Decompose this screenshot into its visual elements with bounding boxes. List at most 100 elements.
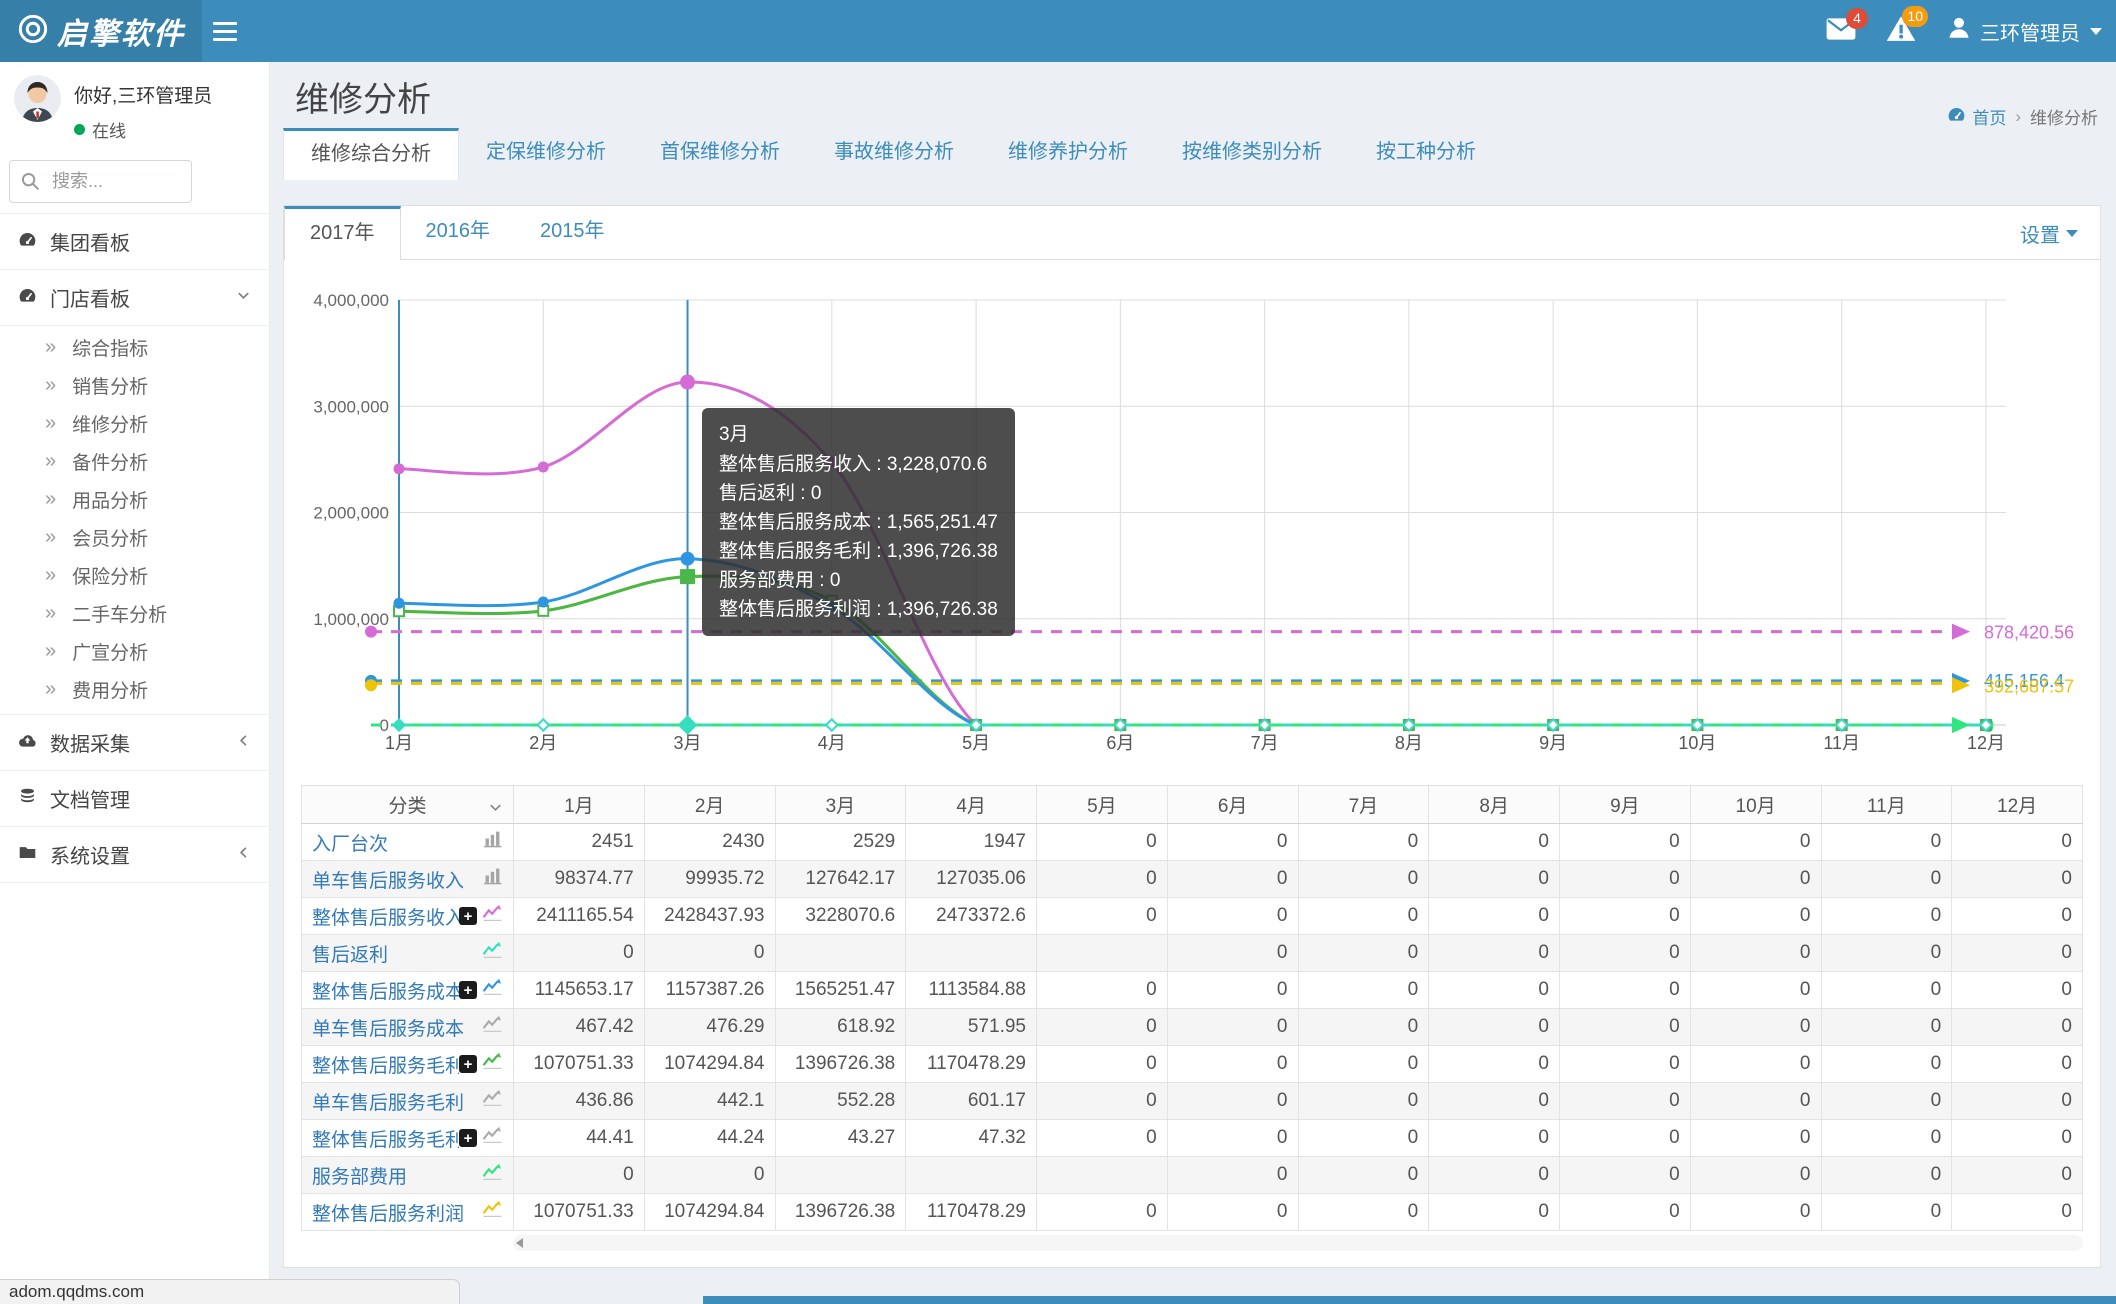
breadcrumb-home-link[interactable]: 首页 (1947, 104, 2006, 129)
line-chart-icon[interactable] (482, 1200, 503, 1224)
messages-button[interactable]: 4 (1826, 7, 1868, 46)
sidebar-subitem-store-board-4[interactable]: » 用品分析 (0, 480, 269, 518)
line-chart-icon[interactable] (482, 1089, 503, 1113)
expand-plus-icon[interactable]: + (459, 1055, 477, 1073)
tooltip-row: 整体售后服务收入 : 3,228,070.6 (719, 454, 988, 475)
main-tab-4[interactable]: 维修养护分析 (981, 128, 1155, 180)
table-cell: 0 (1951, 971, 2083, 1009)
browser-status-bar: adom.qqdms.com (0, 1279, 460, 1304)
year-tabs: 2017年 2016年 2015年 设置 (284, 206, 2100, 260)
sidebar-subitem-store-board-3[interactable]: » 备件分析 (0, 442, 269, 480)
sidebar-subitem-store-board-8[interactable]: » 广宣分析 (0, 632, 269, 670)
bar-chart-icon[interactable] (483, 830, 503, 854)
main-tab-6[interactable]: 按工种分析 (1349, 128, 1503, 180)
logo-mark-icon (17, 13, 49, 50)
table-cell: 1070751.33 (513, 1193, 645, 1231)
row-label-link[interactable]: 单车售后服务成本 (312, 1014, 482, 1041)
line-chart-icon[interactable] (482, 1015, 503, 1039)
table-cell: 0 (1559, 1193, 1691, 1231)
line-chart-icon[interactable] (482, 941, 503, 965)
row-label-link[interactable]: 整体售后服务毛利率 (312, 1125, 459, 1152)
sidebar-subitem-store-board-6[interactable]: » 保险分析 (0, 556, 269, 594)
row-label-link[interactable]: 整体售后服务成本 (312, 977, 459, 1004)
table-cell: 0 (1951, 1156, 2083, 1194)
svg-text:9月: 9月 (1539, 733, 1567, 753)
app-logo[interactable]: 启擎软件 (0, 0, 202, 62)
table-cell: 0 (1297, 1008, 1430, 1046)
sidebar-subitem-store-board-7[interactable]: » 二手车分析 (0, 594, 269, 632)
main-tab-5[interactable]: 按维修类别分析 (1155, 128, 1349, 180)
table-cell: 0 (1689, 1193, 1822, 1231)
svg-text:878,420.56: 878,420.56 (1984, 623, 2074, 643)
row-label-link[interactable]: 入厂台次 (312, 829, 483, 856)
sidebar-subitem-store-board-0[interactable]: » 综合指标 (0, 328, 269, 366)
line-chart-icon[interactable] (482, 1052, 503, 1076)
table-cell: 0 (1036, 897, 1168, 935)
row-label-link[interactable]: 单车售后服务收入 (312, 866, 483, 893)
line-chart-icon[interactable] (482, 978, 503, 1002)
table-cell: 0 (1951, 897, 2083, 935)
expand-plus-icon[interactable]: + (459, 907, 477, 925)
row-label-link[interactable]: 售后返利 (312, 940, 482, 967)
table-header-month-10: 10月 (1689, 785, 1822, 824)
svg-text:8月: 8月 (1395, 733, 1423, 753)
sidebar-subitem-store-board-2[interactable]: » 维修分析 (0, 404, 269, 442)
table-cell: 2430 (643, 823, 776, 861)
table-horizontal-scrollbar[interactable] (513, 1235, 2083, 1251)
sidebar-item-store-board[interactable]: 门店看板 (0, 270, 269, 326)
row-label-link[interactable]: 整体售后服务收入 (312, 903, 459, 930)
table-row-total-service-gross-margin: 整体售后服务毛利率+44.4144.2443.2747.3200000000 (301, 1119, 2083, 1157)
sidebar-subitem-store-board-1[interactable]: » 销售分析 (0, 366, 269, 404)
table-row-total-service-revenue: 整体售后服务收入 +2411165.54 2428437.93 3228070.6 24… (301, 897, 2083, 935)
sidebar-item-data-collect[interactable]: 数据采集 (0, 715, 269, 771)
table-cell: 0 (1297, 823, 1430, 861)
chart-svg: 01,000,0002,000,0003,000,0004,000,0001月 2… (313, 291, 2074, 753)
repair-analysis-chart[interactable]: 0 1,000,000 2,000,000 3,000,000 4,000,000 1月 2… (284, 260, 2100, 780)
year-tab-2015[interactable]: 2015年 (515, 206, 630, 259)
main-tab-2[interactable]: 首保维修分析 (633, 128, 807, 180)
svg-text:3,000,000: 3,000,000 (313, 397, 389, 416)
line-chart-icon[interactable] (482, 1163, 503, 1187)
expand-plus-icon[interactable]: + (459, 981, 477, 999)
table-cell (1036, 1156, 1168, 1194)
tooltip-row: 售后返利 : 0 (719, 483, 822, 504)
alerts-button[interactable]: 10 (1886, 6, 1928, 47)
sidebar-item-sys-setting[interactable]: 系统设置 (0, 827, 269, 883)
row-label-link[interactable]: 单车售后服务毛利 (312, 1088, 482, 1115)
table-header-category[interactable]: 分类 (301, 785, 514, 824)
sidebar-item-doc-manage[interactable]: 文档管理 (0, 771, 269, 827)
expand-plus-icon[interactable]: + (459, 1129, 477, 1147)
dashboard-icon (1947, 105, 1966, 129)
angles-right-icon: » (45, 526, 57, 548)
table-cell: 0 (1820, 1119, 1953, 1157)
line-chart-icon[interactable] (482, 1126, 503, 1150)
tooltip-row: 服务部费用 : 0 (719, 570, 841, 591)
angles-right-icon: » (45, 450, 57, 472)
row-label-link[interactable]: 服务部费用 (312, 1162, 482, 1189)
table-cell: 0 (1428, 1193, 1560, 1231)
svg-text:1月: 1月 (385, 733, 413, 753)
year-tab-2017[interactable]: 2017年 (284, 206, 401, 260)
sidebar-subitem-store-board-9[interactable]: » 费用分析 (0, 670, 269, 708)
angles-right-icon: » (45, 564, 57, 586)
main-tab-1[interactable]: 定保维修分析 (459, 128, 633, 180)
line-chart-icon[interactable] (482, 904, 503, 928)
table-cell: 0 (1689, 934, 1822, 972)
table-cell: 0 (1297, 1156, 1430, 1194)
row-label-link[interactable]: 整体售后服务利润 (312, 1199, 482, 1226)
analysis-panel: 2017年 2016年 2015年 设置 0 1,000,000 2,000,000 3,… (283, 205, 2101, 1268)
sidebar-item-group-board[interactable]: 集团看板 (0, 214, 269, 270)
sidebar-subitem-store-board-5[interactable]: » 会员分析 (0, 518, 269, 556)
table-cell (905, 934, 1037, 972)
main-tab-0[interactable]: 维修综合分析 (283, 128, 459, 180)
table-cell: 0 (1036, 823, 1168, 861)
user-menu[interactable]: 三环管理员 (1946, 15, 2102, 47)
settings-dropdown[interactable]: 设置 (2020, 206, 2078, 260)
row-label-link[interactable]: 整体售后服务毛利 (312, 1051, 459, 1078)
table-cell: 0 (1559, 1082, 1691, 1120)
svg-text:4月: 4月 (818, 733, 846, 753)
year-tab-2016[interactable]: 2016年 (401, 206, 516, 259)
bar-chart-icon[interactable] (483, 867, 503, 891)
main-tab-3[interactable]: 事故维修分析 (807, 128, 981, 180)
sidebar-toggle-button[interactable] (213, 16, 239, 46)
